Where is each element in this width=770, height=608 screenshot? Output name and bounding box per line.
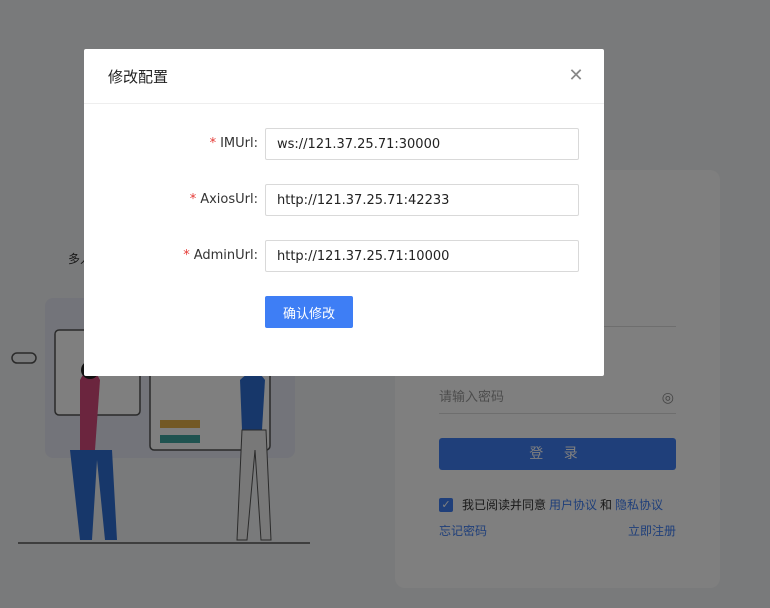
required-mark: * — [189, 192, 197, 207]
axiosurl-row: * AxiosUrl: — [84, 184, 604, 216]
imurl-input[interactable] — [265, 128, 579, 160]
adminurl-row: * AdminUrl: — [84, 240, 604, 272]
adminurl-label-text: AdminUrl — [193, 248, 254, 263]
confirm-button[interactable]: 确认修改 — [265, 296, 353, 328]
label-colon: : — [253, 248, 258, 263]
imurl-row: * IMUrl: — [84, 128, 604, 160]
required-mark: * — [209, 136, 217, 151]
config-modal: 修改配置 ✕ *IMUrl: *AxiosUrl: *AdminUrl: 确认修… — [84, 49, 604, 376]
axiosurl-input[interactable] — [265, 184, 579, 216]
adminurl-label: * AdminUrl: — [183, 240, 258, 272]
modal-title: 修改配置 — [108, 68, 169, 86]
label-colon: : — [253, 136, 258, 151]
adminurl-input[interactable] — [265, 240, 579, 272]
axiosurl-label-text: AxiosUrl — [200, 192, 254, 207]
imurl-label-text: IMUrl — [220, 136, 254, 151]
axiosurl-label: * AxiosUrl: — [190, 184, 258, 216]
modal-header: 修改配置 ✕ — [84, 49, 604, 104]
label-colon: : — [253, 192, 258, 207]
required-mark: * — [183, 248, 190, 263]
close-icon[interactable]: ✕ — [566, 66, 586, 86]
imurl-label: * IMUrl: — [210, 128, 258, 160]
